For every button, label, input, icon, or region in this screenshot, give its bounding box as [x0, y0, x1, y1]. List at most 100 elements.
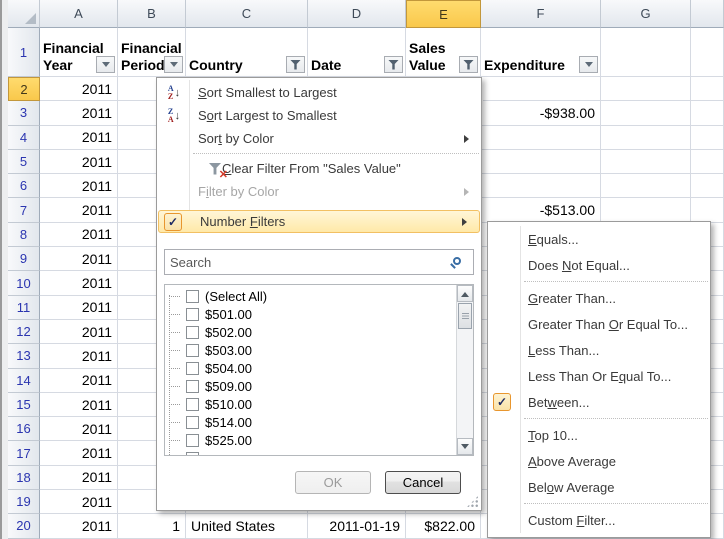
cell-G2[interactable]: [601, 77, 691, 101]
cell[interactable]: [691, 174, 724, 198]
cell-F3[interactable]: -$938.00: [481, 101, 601, 125]
cell[interactable]: [691, 126, 724, 150]
cell-A12[interactable]: 2011: [40, 320, 118, 344]
filter-button-date[interactable]: [384, 56, 403, 73]
menu-item-custom-filter[interactable]: Custom Filter...: [488, 507, 710, 533]
row-header-14[interactable]: 14: [8, 369, 40, 393]
menu-item-below-average[interactable]: Below Average: [488, 474, 710, 500]
cell-G6[interactable]: [601, 174, 691, 198]
list-item[interactable]: $510.00: [165, 395, 473, 413]
cell-A11[interactable]: 2011: [40, 296, 118, 320]
checkbox-509-00[interactable]: [186, 380, 199, 393]
cancel-button[interactable]: Cancel: [385, 471, 461, 494]
row-header-5[interactable]: 5: [8, 150, 40, 174]
list-item[interactable]: $501.00: [165, 305, 473, 323]
cell-G7[interactable]: [601, 198, 691, 222]
list-item[interactable]: $525.00: [165, 431, 473, 449]
list-item-partial[interactable]: [165, 449, 473, 456]
header-cell-financial-year[interactable]: FinancialYear: [40, 28, 118, 77]
row-header-13[interactable]: 13: [8, 344, 40, 368]
cell-A3[interactable]: 2011: [40, 101, 118, 125]
menu-item-filter-by-color[interactable]: Filter by Color: [157, 180, 481, 203]
header-cell-country[interactable]: Country: [186, 28, 308, 77]
cell-A14[interactable]: 2011: [40, 369, 118, 393]
checkbox-503-00[interactable]: [186, 344, 199, 357]
checkbox-525-00[interactable]: [186, 434, 199, 447]
checkbox-502-00[interactable]: [186, 326, 199, 339]
menu-item-greater-than-or-equal-to[interactable]: Greater Than Or Equal To...: [488, 311, 710, 337]
filter-search-input[interactable]: [164, 249, 474, 275]
list-item[interactable]: $504.00: [165, 359, 473, 377]
column-header-g[interactable]: G: [601, 0, 691, 28]
header-cell-date[interactable]: Date: [308, 28, 406, 77]
cell-D20[interactable]: 2011-01-19: [308, 514, 406, 538]
cell-G1[interactable]: [601, 28, 691, 77]
menu-item-greater-than[interactable]: Greater Than...: [488, 285, 710, 311]
checkbox-514-00[interactable]: [186, 416, 199, 429]
cell-A20[interactable]: 2011: [40, 514, 118, 538]
menu-item-less-than[interactable]: Less Than...: [488, 337, 710, 363]
cell-A15[interactable]: 2011: [40, 393, 118, 417]
cell-G4[interactable]: [601, 126, 691, 150]
header-cell-expenditure[interactable]: Expenditure: [481, 28, 601, 77]
cell-partial-1[interactable]: [691, 28, 724, 77]
menu-item-sort-smallest-to-largest[interactable]: AZ↓Sort Smallest to Largest: [157, 81, 481, 104]
menu-item-equals[interactable]: Equals...: [488, 226, 710, 252]
header-cell-sales-value[interactable]: SalesValue: [406, 28, 481, 77]
scrollbar-down-button[interactable]: [457, 438, 473, 455]
cell-A10[interactable]: 2011: [40, 271, 118, 295]
menu-item-number-filters[interactable]: ✓Number Filters: [158, 210, 480, 233]
row-header-7[interactable]: 7: [8, 198, 40, 222]
cell-A19[interactable]: 2011: [40, 490, 118, 514]
row-header-11[interactable]: 11: [8, 296, 40, 320]
list-item[interactable]: (Select All): [165, 287, 473, 305]
menu-item-sort-by-color[interactable]: Sort by Color: [157, 127, 481, 150]
row-header-15[interactable]: 15: [8, 393, 40, 417]
cell-C20[interactable]: United States: [186, 514, 308, 538]
checkbox-504-00[interactable]: [186, 362, 199, 375]
menu-item-sort-largest-to-smallest[interactable]: ZA↓Sort Largest to Smallest: [157, 104, 481, 127]
column-header-e[interactable]: E: [406, 0, 481, 28]
row-header-2[interactable]: 2: [8, 77, 40, 101]
row-header-20[interactable]: 20: [8, 514, 40, 538]
cell-F4[interactable]: [481, 126, 601, 150]
column-header-a[interactable]: A: [40, 0, 118, 28]
filter-button-financial-year[interactable]: [96, 56, 115, 73]
list-item[interactable]: $502.00: [165, 323, 473, 341]
checkbox-501-00[interactable]: [186, 308, 199, 321]
checkbox-510-00[interactable]: [186, 398, 199, 411]
row-header-6[interactable]: 6: [8, 174, 40, 198]
cell-A17[interactable]: 2011: [40, 441, 118, 465]
menu-item-top-10[interactable]: Top 10...: [488, 422, 710, 448]
scrollbar-thumb[interactable]: [458, 303, 472, 329]
row-header-8[interactable]: 8: [8, 223, 40, 247]
row-header-18[interactable]: 18: [8, 466, 40, 490]
cell[interactable]: [691, 77, 724, 101]
cell-A18[interactable]: 2011: [40, 466, 118, 490]
cell-A16[interactable]: 2011: [40, 417, 118, 441]
menu-item-clear-filter-from-sales-value[interactable]: ✕Clear Filter From "Sales Value": [157, 157, 481, 180]
row-header-17[interactable]: 17: [8, 441, 40, 465]
cell-F7[interactable]: -$513.00: [481, 198, 601, 222]
row-header-3[interactable]: 3: [8, 101, 40, 125]
list-item[interactable]: $514.00: [165, 413, 473, 431]
menu-resize-grip[interactable]: [466, 495, 479, 508]
cell-F5[interactable]: [481, 150, 601, 174]
cell-A4[interactable]: 2011: [40, 126, 118, 150]
filter-button-financial-period[interactable]: [164, 56, 183, 73]
filter-button-expenditure[interactable]: [579, 56, 598, 73]
cell[interactable]: [691, 150, 724, 174]
cell-G3[interactable]: [601, 101, 691, 125]
row-header-4[interactable]: 4: [8, 126, 40, 150]
filter-button-sales-value[interactable]: [459, 56, 478, 73]
checkbox-select-all[interactable]: [186, 290, 199, 303]
row-header-1[interactable]: 1: [8, 28, 40, 77]
row-header-10[interactable]: 10: [8, 271, 40, 295]
cell-G5[interactable]: [601, 150, 691, 174]
cell-A7[interactable]: 2011: [40, 198, 118, 222]
row-header-9[interactable]: 9: [8, 247, 40, 271]
cell-A2[interactable]: 2011: [40, 77, 118, 101]
cell-B20[interactable]: 1: [118, 514, 186, 538]
cell-F2[interactable]: [481, 77, 601, 101]
row-header-12[interactable]: 12: [8, 320, 40, 344]
